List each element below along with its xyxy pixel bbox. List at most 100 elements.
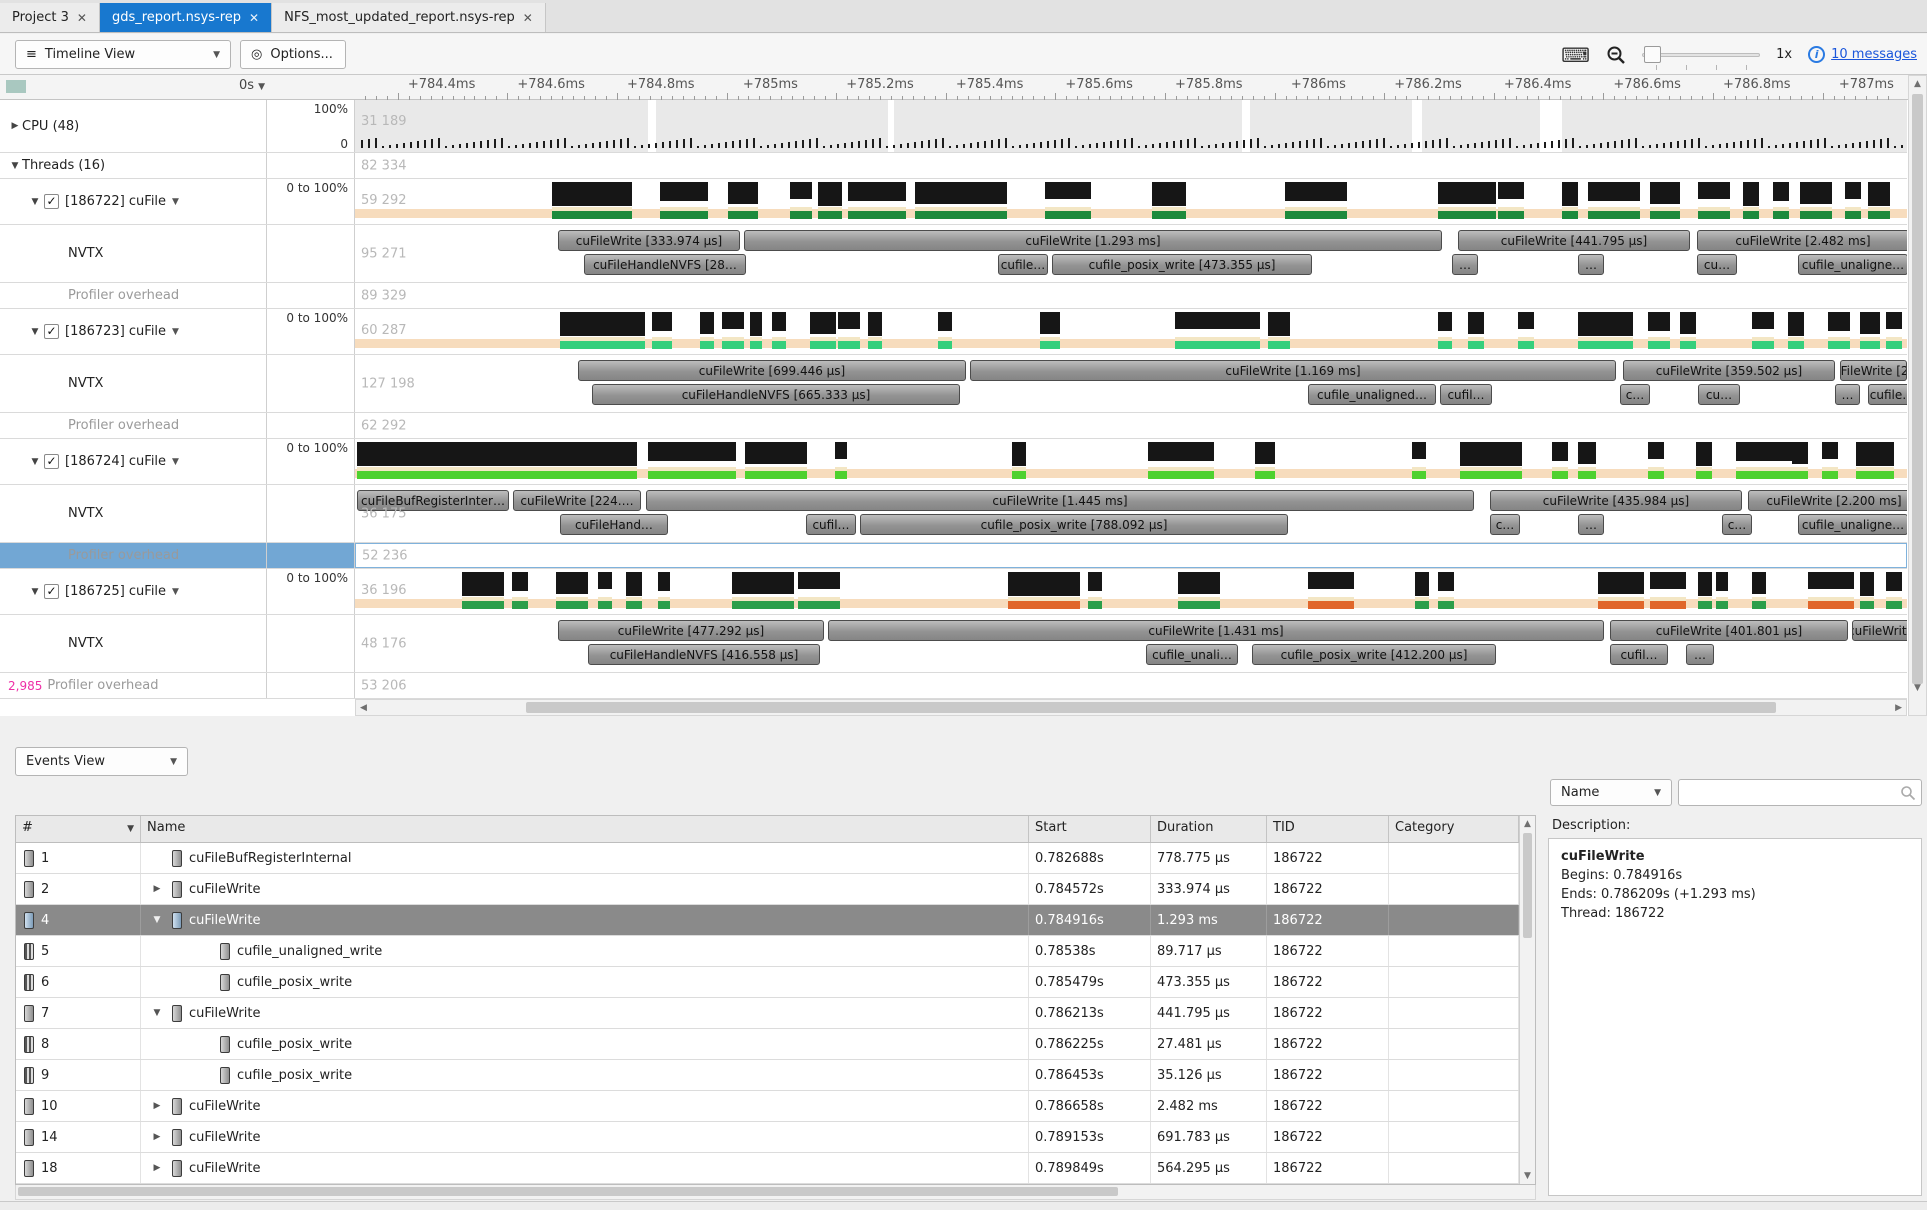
scroll-down-icon[interactable]: ▼: [1520, 1171, 1535, 1181]
nvtx-range-bar[interactable]: cuFileWrite [435.984 µs]: [1490, 490, 1742, 511]
nvtx-range-bar[interactable]: …: [1686, 644, 1714, 665]
nvtx-range-bar[interactable]: cufil…: [1440, 384, 1492, 405]
thread-visibility-checkbox[interactable]: ✓: [44, 454, 59, 469]
nvtx-range-bar[interactable]: cuFileWrite [1.169 ms]: [970, 360, 1616, 381]
filter-field-dropdown[interactable]: Name ▼: [1550, 779, 1672, 806]
nvtx-range-bar[interactable]: cufile_posix_write [412.200 µs]: [1252, 644, 1496, 665]
table-row[interactable]: 7▼cuFileWrite0.786213s441.795 µs186722: [16, 998, 1519, 1029]
timeline-row-label-cell[interactable]: ▼✓[186722] cuFile ▼: [0, 179, 267, 224]
close-icon[interactable]: ✕: [77, 11, 87, 25]
info-icon[interactable]: i: [1808, 46, 1825, 63]
events-table-horizontal-scrollbar[interactable]: [15, 1185, 1536, 1200]
timeline-row-label-cell[interactable]: ▼✓[186723] cuFile ▼: [0, 309, 267, 354]
nvtx-range-bar[interactable]: cuFileWrite [1.445 ms]: [646, 490, 1474, 511]
timeline-row-track[interactable]: 36 175cuFileBufRegisterInter…cuFileWrite…: [355, 485, 1907, 542]
table-row[interactable]: 18▶cuFileWrite0.789849s564.295 µs186722: [16, 1153, 1519, 1184]
nvtx-range-bar[interactable]: cufil…: [1610, 644, 1668, 665]
options-button[interactable]: ◎ Options...: [240, 40, 346, 69]
nvtx-range-bar[interactable]: cufile_unaligne…: [1798, 254, 1907, 275]
column-header-category[interactable]: Category: [1389, 816, 1519, 842]
nvtx-range-bar[interactable]: cu…: [1697, 254, 1737, 275]
chevron-down-icon[interactable]: ▼: [172, 327, 179, 337]
table-row[interactable]: 2▶cuFileWrite0.784572s333.974 µs186722: [16, 874, 1519, 905]
timeline-row-track[interactable]: 62 292: [355, 413, 1907, 438]
column-header-tid[interactable]: TID: [1267, 816, 1389, 842]
column-header-name[interactable]: Name: [141, 816, 1029, 842]
tree-expand-icon[interactable]: ▶: [8, 121, 22, 131]
nvtx-range-bar[interactable]: cuFileWrite [2.482 ms]: [1697, 230, 1907, 251]
timeline-row-label-cell[interactable]: ▼✓[186725] cuFile ▼: [0, 569, 267, 614]
chevron-down-icon[interactable]: ▼: [172, 197, 179, 207]
nvtx-range-bar[interactable]: cufile_unaligned…: [1308, 384, 1436, 405]
scroll-up-icon[interactable]: ▲: [1520, 819, 1535, 829]
timeline-row-label-cell[interactable]: NVTX: [0, 615, 267, 672]
nvtx-range-bar[interactable]: cufile…: [1868, 384, 1907, 405]
close-icon[interactable]: ✕: [249, 11, 259, 25]
nvtx-range-bar[interactable]: cuFileWrite [1.431 ms]: [828, 620, 1604, 641]
nvtx-range-bar[interactable]: cu…: [1698, 384, 1740, 405]
timeline-row-label-cell[interactable]: Profiler overhead: [0, 283, 267, 308]
nvtx-range-bar[interactable]: cufil…: [806, 514, 856, 535]
tree-expand-icon[interactable]: ▼: [28, 327, 42, 337]
tree-expand-icon[interactable]: ▶: [149, 1101, 165, 1111]
nvtx-range-bar[interactable]: cuFileWrite [1.293 ms]: [744, 230, 1442, 251]
timeline-row-track[interactable]: 95 271cuFileWrite [333.974 µs]cuFileWrit…: [355, 225, 1907, 282]
table-row[interactable]: 6cufile_posix_write0.785479s473.355 µs18…: [16, 967, 1519, 998]
timeline-vertical-scrollbar[interactable]: ▲ ▼: [1908, 75, 1927, 716]
nvtx-range-bar[interactable]: …: [1578, 514, 1604, 535]
timeline-row-track[interactable]: 82 334: [355, 153, 1907, 178]
tree-expand-icon[interactable]: ▶: [149, 884, 165, 894]
timeline-row-label-cell[interactable]: ▶CPU (48): [0, 100, 267, 152]
scroll-right-icon[interactable]: ▶: [1895, 703, 1902, 713]
events-view-dropdown[interactable]: Events View ▼: [15, 747, 188, 776]
timeline-row-track[interactable]: 31 189: [355, 100, 1907, 152]
table-row[interactable]: 14▶cuFileWrite0.789153s691.783 µs186722: [16, 1122, 1519, 1153]
timeline-row-label-cell[interactable]: NVTX: [0, 225, 267, 282]
tree-expand-icon[interactable]: ▼: [149, 1008, 165, 1018]
scroll-left-icon[interactable]: ◀: [360, 703, 367, 713]
tree-expand-icon[interactable]: ▼: [28, 587, 42, 597]
view-selector-dropdown[interactable]: ≡ Timeline View ▼: [15, 40, 231, 69]
nvtx-range-bar[interactable]: …: [1452, 254, 1478, 275]
table-row[interactable]: 5cufile_unaligned_write0.78538s89.717 µs…: [16, 936, 1519, 967]
timeline-row-track[interactable]: 60 287: [355, 309, 1907, 354]
column-header-duration[interactable]: Duration: [1151, 816, 1267, 842]
tree-expand-icon[interactable]: ▼: [28, 197, 42, 207]
scrollbar-thumb[interactable]: [1523, 833, 1532, 938]
timeline-row-track[interactable]: 53 206: [355, 673, 1907, 698]
timeline-ruler[interactable]: .2ms+784.4ms+784.6ms+784.8ms+785ms+785.2…: [355, 75, 1907, 100]
timeline-row-track[interactable]: 127 198cuFileWrite [699.446 µs]cuFileWri…: [355, 355, 1907, 412]
timeline-row-label-cell[interactable]: Profiler overhead: [0, 543, 267, 568]
table-row[interactable]: 1cuFileBufRegisterInternal0.782688s778.7…: [16, 843, 1519, 874]
timeline-zoom-slider[interactable]: [1642, 45, 1760, 65]
nvtx-range-bar[interactable]: cufile_posix_write [788.092 µs]: [860, 514, 1288, 535]
timeline-row-label-cell[interactable]: Profiler overhead: [0, 413, 267, 438]
timeline-row-track[interactable]: 52 236: [355, 543, 1907, 568]
nvtx-range-bar[interactable]: cufile_unali…: [1146, 644, 1238, 665]
timeline-row-track[interactable]: 59 292: [355, 179, 1907, 224]
close-icon[interactable]: ✕: [523, 11, 533, 25]
nvtx-range-bar[interactable]: cuFileWrite…: [1852, 620, 1907, 641]
table-row[interactable]: 4▼cuFileWrite0.784916s1.293 ms186722: [16, 905, 1519, 936]
tree-expand-icon[interactable]: ▶: [149, 1132, 165, 1142]
scrollbar-thumb[interactable]: [1912, 94, 1923, 684]
time-origin-dropdown[interactable]: 0s▼: [190, 78, 265, 93]
nvtx-range-bar[interactable]: cuFileHand…: [560, 514, 668, 535]
nvtx-range-bar[interactable]: cuFileHandleNVFS [416.558 µs]: [588, 644, 820, 665]
keyboard-shortcuts-icon[interactable]: ⌨: [1561, 43, 1590, 67]
tree-expand-icon[interactable]: ▶: [149, 1163, 165, 1173]
timeline-row-label-cell[interactable]: 2,985Profiler overhead: [0, 673, 267, 698]
nvtx-range-bar[interactable]: cuFileWrite [699.446 µs]: [578, 360, 966, 381]
nvtx-range-bar[interactable]: cuFileWrite [2.200 ms]: [1748, 490, 1907, 511]
nvtx-range-bar[interactable]: cuFileWrite [333.974 µs]: [558, 230, 740, 251]
nvtx-range-bar[interactable]: cuFileWrite [441.795 µs]: [1458, 230, 1690, 251]
nvtx-range-bar[interactable]: c…: [1490, 514, 1520, 535]
slider-thumb[interactable]: [1644, 46, 1661, 63]
scrollbar-thumb[interactable]: [526, 702, 1776, 713]
events-table-vertical-scrollbar[interactable]: ▲ ▼: [1519, 816, 1535, 1184]
timeline-row-track[interactable]: 89 329: [355, 283, 1907, 308]
nvtx-range-bar[interactable]: cufile_posix_write [473.355 µs]: [1052, 254, 1312, 275]
table-row[interactable]: 10▶cuFileWrite0.786658s2.482 ms186722: [16, 1091, 1519, 1122]
messages-link[interactable]: 10 messages: [1831, 47, 1917, 62]
tab-project-3[interactable]: Project 3 ✕: [0, 3, 100, 32]
